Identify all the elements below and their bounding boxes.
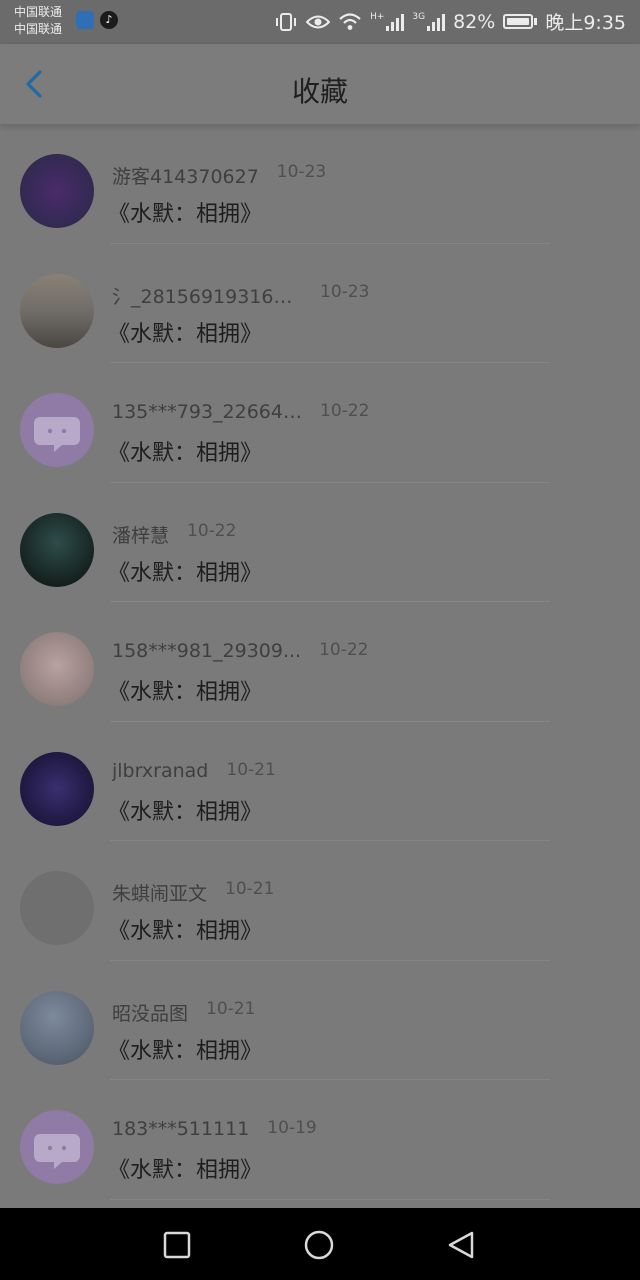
avatar-balloons[interactable] xyxy=(20,154,94,228)
recent-apps-icon[interactable] xyxy=(162,1230,192,1260)
favorites-list: 游客414370627 10-23 《水默：相拥》 氵_281569193169...… xyxy=(0,124,640,1200)
status-bar: 中国联通 中国联通 ♪ H+ 3G 82% 晚上9:35 xyxy=(0,0,640,44)
signal-icon-1: H+ xyxy=(370,11,405,31)
vibrate-icon xyxy=(276,12,297,31)
favorite-date: 10-21 xyxy=(206,998,256,1019)
signal-icon-2: 3G xyxy=(412,11,446,31)
avatar-flower[interactable] xyxy=(20,990,94,1065)
favorite-meta: 潘梓慧 10-22 xyxy=(112,520,237,548)
favorite-meta: 183***511111 10-19 xyxy=(112,1118,317,1142)
network-type-3g: 3G xyxy=(412,11,426,22)
favorite-meta: 朱蜞闹亚文 10-21 xyxy=(112,879,275,906)
carrier-1: 中国联通 xyxy=(14,5,63,19)
home-icon[interactable] xyxy=(304,1230,334,1260)
avatar-man[interactable] xyxy=(20,871,94,945)
notification-icons: ♪ xyxy=(76,11,118,29)
favorite-date: 10-19 xyxy=(267,1118,317,1138)
status-right: H+ 3G 82% 晚上9:35 xyxy=(274,8,626,35)
favorite-item[interactable]: 158***981_29309... 10-22 《水默：相拥》 xyxy=(0,602,640,722)
favorite-title[interactable]: 《水默：相拥》 xyxy=(108,316,262,348)
security-app-icon xyxy=(76,11,94,29)
chat-bubble-icon xyxy=(34,417,80,452)
chat-bubble-icon xyxy=(34,1134,80,1169)
avatar-doll[interactable] xyxy=(20,632,94,706)
battery-percentage: 82% xyxy=(453,10,496,33)
favorite-date: 10-22 xyxy=(320,401,370,421)
favorite-item[interactable]: 朱蜞闹亚文 10-21 《水默：相拥》 xyxy=(0,841,640,961)
username[interactable]: 氵_281569193169... xyxy=(112,282,302,309)
favorite-item[interactable]: 氵_281569193169... 10-23 《水默：相拥》 xyxy=(0,244,640,363)
carrier-2: 中国联通 xyxy=(14,22,63,36)
favorite-item[interactable]: 昭没品图 10-21 《水默：相拥》 xyxy=(0,961,640,1080)
favorite-item[interactable]: jlbrxranad 10-21 《水默：相拥》 xyxy=(0,722,640,841)
username[interactable]: 昭没品图 xyxy=(112,999,188,1026)
tiktok-icon: ♪ xyxy=(100,11,118,29)
avatar-moon[interactable] xyxy=(20,512,94,587)
favorite-meta: jlbrxranad 10-21 xyxy=(112,760,276,784)
favorite-item[interactable]: 游客414370627 10-23 《水默：相拥》 xyxy=(0,124,640,244)
avatar-default-chat[interactable] xyxy=(20,1110,94,1184)
favorite-title[interactable]: 《水默：相拥》 xyxy=(108,1033,262,1065)
avatar-photo[interactable] xyxy=(20,273,94,348)
favorite-date: 10-22 xyxy=(319,640,369,660)
favorite-title[interactable]: 《水默：相拥》 xyxy=(108,435,262,467)
favorite-item[interactable]: 183***511111 10-19 《水默：相拥》 xyxy=(0,1080,640,1200)
username[interactable]: 游客414370627 xyxy=(112,162,259,189)
favorite-date: 10-21 xyxy=(225,879,275,899)
page-title: 收藏 xyxy=(291,75,348,108)
system-nav-bar xyxy=(0,1208,640,1280)
back-triangle-icon[interactable] xyxy=(446,1230,476,1260)
username[interactable]: 158***981_29309... xyxy=(112,640,301,662)
favorite-item[interactable]: 潘梓慧 10-22 《水默：相拥》 xyxy=(0,483,640,602)
favorite-item[interactable]: 135***793_226641... 10-22 《水默：相拥》 xyxy=(0,363,640,483)
clock-time: 晚上9:35 xyxy=(545,12,626,34)
username[interactable]: 183***511111 xyxy=(112,1118,249,1140)
network-type-h: H+ xyxy=(370,11,385,22)
favorite-title[interactable]: 《水默：相拥》 xyxy=(108,555,262,587)
username[interactable]: 朱蜞闹亚文 xyxy=(112,879,207,906)
eye-icon xyxy=(306,15,331,28)
favorite-title[interactable]: 《水默：相拥》 xyxy=(108,196,262,228)
favorite-title[interactable]: 《水默：相拥》 xyxy=(108,1152,262,1184)
favorite-date: 10-23 xyxy=(276,162,327,182)
favorite-meta: 158***981_29309... 10-22 xyxy=(112,640,369,664)
favorite-date: 10-21 xyxy=(226,759,276,780)
divider xyxy=(110,1198,550,1200)
username[interactable]: jlbrxranad xyxy=(112,760,208,782)
favorite-meta: 游客414370627 10-23 xyxy=(112,162,327,189)
favorite-title[interactable]: 《水默：相拥》 xyxy=(108,913,262,945)
wifi-icon xyxy=(339,12,361,30)
username[interactable]: 135***793_226641... xyxy=(112,401,302,423)
favorite-meta: 昭没品图 10-21 xyxy=(112,998,256,1026)
favorite-meta: 135***793_226641... 10-22 xyxy=(112,401,369,425)
battery-icon xyxy=(503,14,534,29)
avatar-cat[interactable] xyxy=(20,751,94,826)
favorite-title[interactable]: 《水默：相拥》 xyxy=(108,794,262,826)
favorite-date: 10-22 xyxy=(187,520,237,541)
app-header: 收藏 xyxy=(0,44,640,125)
battery-tip xyxy=(534,18,538,25)
favorite-title[interactable]: 《水默：相拥》 xyxy=(108,674,262,706)
favorite-date: 10-23 xyxy=(320,281,370,302)
favorite-meta: 氵_281569193169... 10-23 xyxy=(112,281,370,309)
username[interactable]: 潘梓慧 xyxy=(112,521,169,548)
avatar-default-chat[interactable] xyxy=(20,393,94,467)
carrier-labels: 中国联通 中国联通 xyxy=(14,4,62,38)
